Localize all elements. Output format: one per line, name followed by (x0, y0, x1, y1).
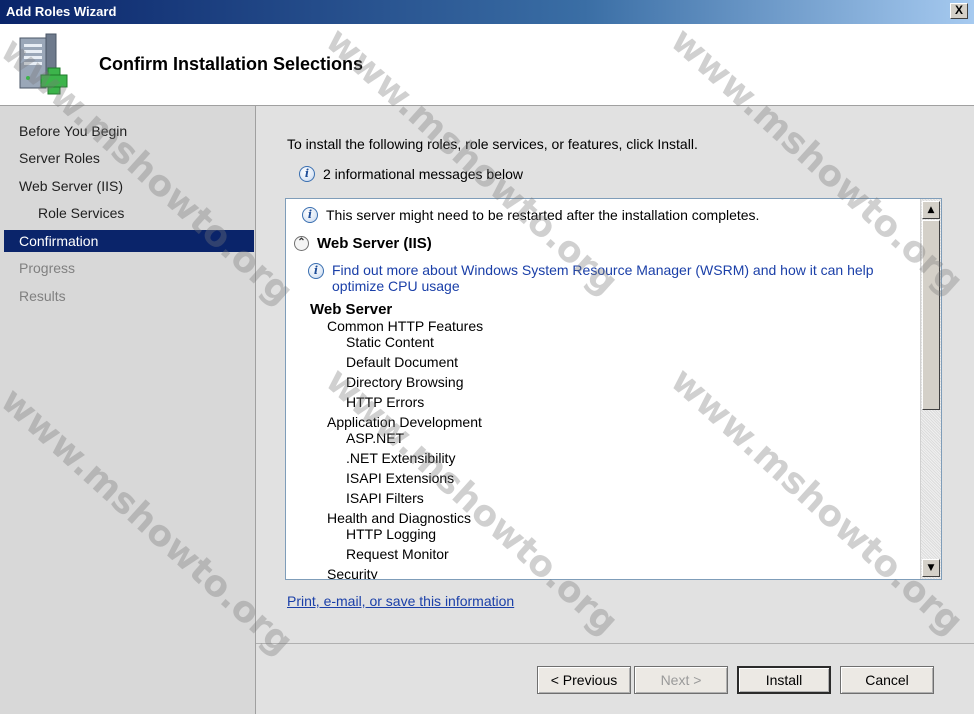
wsrm-info: i Find out more about Windows System Res… (308, 262, 908, 294)
message-count-text: 2 informational messages below (323, 166, 523, 182)
step-before-you-begin[interactable]: Before You Begin (4, 120, 254, 142)
list-item: HTTP Errors (346, 394, 425, 410)
step-role-services[interactable]: Role Services (4, 202, 254, 224)
message-count: i 2 informational messages below (299, 166, 523, 182)
selections-list-content: i This server might need to be restarted… (286, 199, 920, 579)
previous-button[interactable]: < Previous (537, 666, 631, 694)
next-button: Next > (634, 666, 728, 694)
list-item: Application Development (327, 414, 482, 430)
step-results: Results (19, 288, 66, 304)
list-item: Common HTTP Features (327, 318, 484, 334)
step-confirmation[interactable]: Confirmation (4, 230, 254, 252)
restart-message-text: This server might need to be restarted a… (326, 207, 760, 223)
step-server-roles[interactable]: Server Roles (4, 147, 254, 169)
wsrm-link[interactable]: Find out more about Windows System Resou… (332, 262, 908, 294)
add-roles-wizard-window: Add Roles Wizard X Confirm Installation … (0, 0, 974, 714)
vertical-scrollbar[interactable]: ▲ ▼ (920, 199, 941, 579)
title-bar[interactable]: Add Roles Wizard X (0, 0, 974, 24)
info-icon: i (299, 166, 315, 182)
wizard-content: To install the following roles, role ser… (256, 106, 974, 714)
cancel-button[interactable]: Cancel (840, 666, 934, 694)
window-title: Add Roles Wizard (6, 4, 117, 19)
install-button[interactable]: Install (737, 666, 831, 694)
restart-message: i This server might need to be restarted… (302, 207, 759, 223)
footer-divider (256, 643, 974, 644)
scroll-down-arrow-icon[interactable]: ▼ (922, 559, 940, 577)
wizard-header: Confirm Installation Selections (0, 24, 974, 106)
selections-list[interactable]: i This server might need to be restarted… (285, 198, 942, 580)
info-icon: i (308, 263, 324, 279)
scroll-up-arrow-icon[interactable]: ▲ (922, 201, 940, 219)
section-title: Web Server (IIS) (317, 235, 432, 252)
list-item: Directory Browsing (346, 374, 464, 390)
list-item: ISAPI Filters (346, 490, 424, 506)
list-item: Static Content (346, 334, 434, 350)
scroll-thumb[interactable] (922, 220, 940, 410)
list-item: Security (327, 566, 378, 579)
step-progress: Progress (19, 260, 76, 276)
intro-text: To install the following roles, role ser… (287, 136, 698, 152)
wizard-steps-sidebar: Before You Begin Server Roles Web Server… (0, 106, 256, 714)
group-title: Web Server (310, 301, 393, 318)
list-item: Default Document (346, 354, 459, 370)
list-item: ISAPI Extensions (346, 470, 455, 486)
list-item: Health and Diagnostics (327, 510, 471, 526)
close-button[interactable]: X (950, 3, 968, 19)
info-icon: i (302, 207, 318, 223)
page-title: Confirm Installation Selections (99, 54, 364, 74)
print-email-save-link[interactable]: Print, e-mail, or save this information (287, 593, 514, 609)
list-item: ASP.NET (346, 430, 405, 446)
collapse-icon[interactable]: ⌃ (294, 236, 309, 251)
section-header-web-server-iis[interactable]: ⌃ Web Server (IIS) (294, 235, 432, 252)
server-add-role-icon (19, 33, 68, 95)
list-item: .NET Extensibility (346, 450, 456, 466)
list-item: Request Monitor (346, 546, 449, 562)
step-web-server-iis[interactable]: Web Server (IIS) (4, 175, 254, 197)
list-item: HTTP Logging (346, 526, 437, 542)
